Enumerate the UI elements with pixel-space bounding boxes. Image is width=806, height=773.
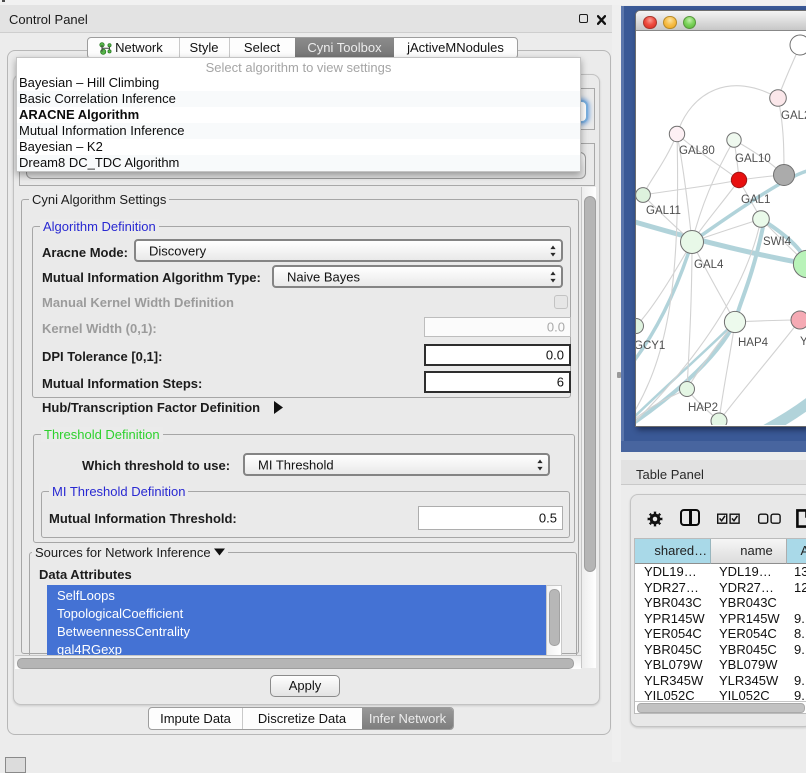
svg-text:GAL1: GAL1	[741, 194, 770, 206]
svg-text:GAL4: GAL4	[694, 259, 724, 271]
svg-text:SWI4: SWI4	[763, 236, 792, 248]
svg-text:GAL80: GAL80	[679, 145, 715, 157]
svg-text:GCY1: GCY1	[636, 340, 665, 352]
svg-text:HAP2: HAP2	[688, 402, 718, 414]
svg-text:GAL11: GAL11	[646, 205, 681, 217]
svg-text:GAL2: GAL2	[781, 110, 806, 122]
svg-text:GAL10: GAL10	[735, 153, 771, 165]
svg-text:Y: Y	[800, 336, 806, 348]
svg-text:HAP4: HAP4	[738, 337, 769, 349]
